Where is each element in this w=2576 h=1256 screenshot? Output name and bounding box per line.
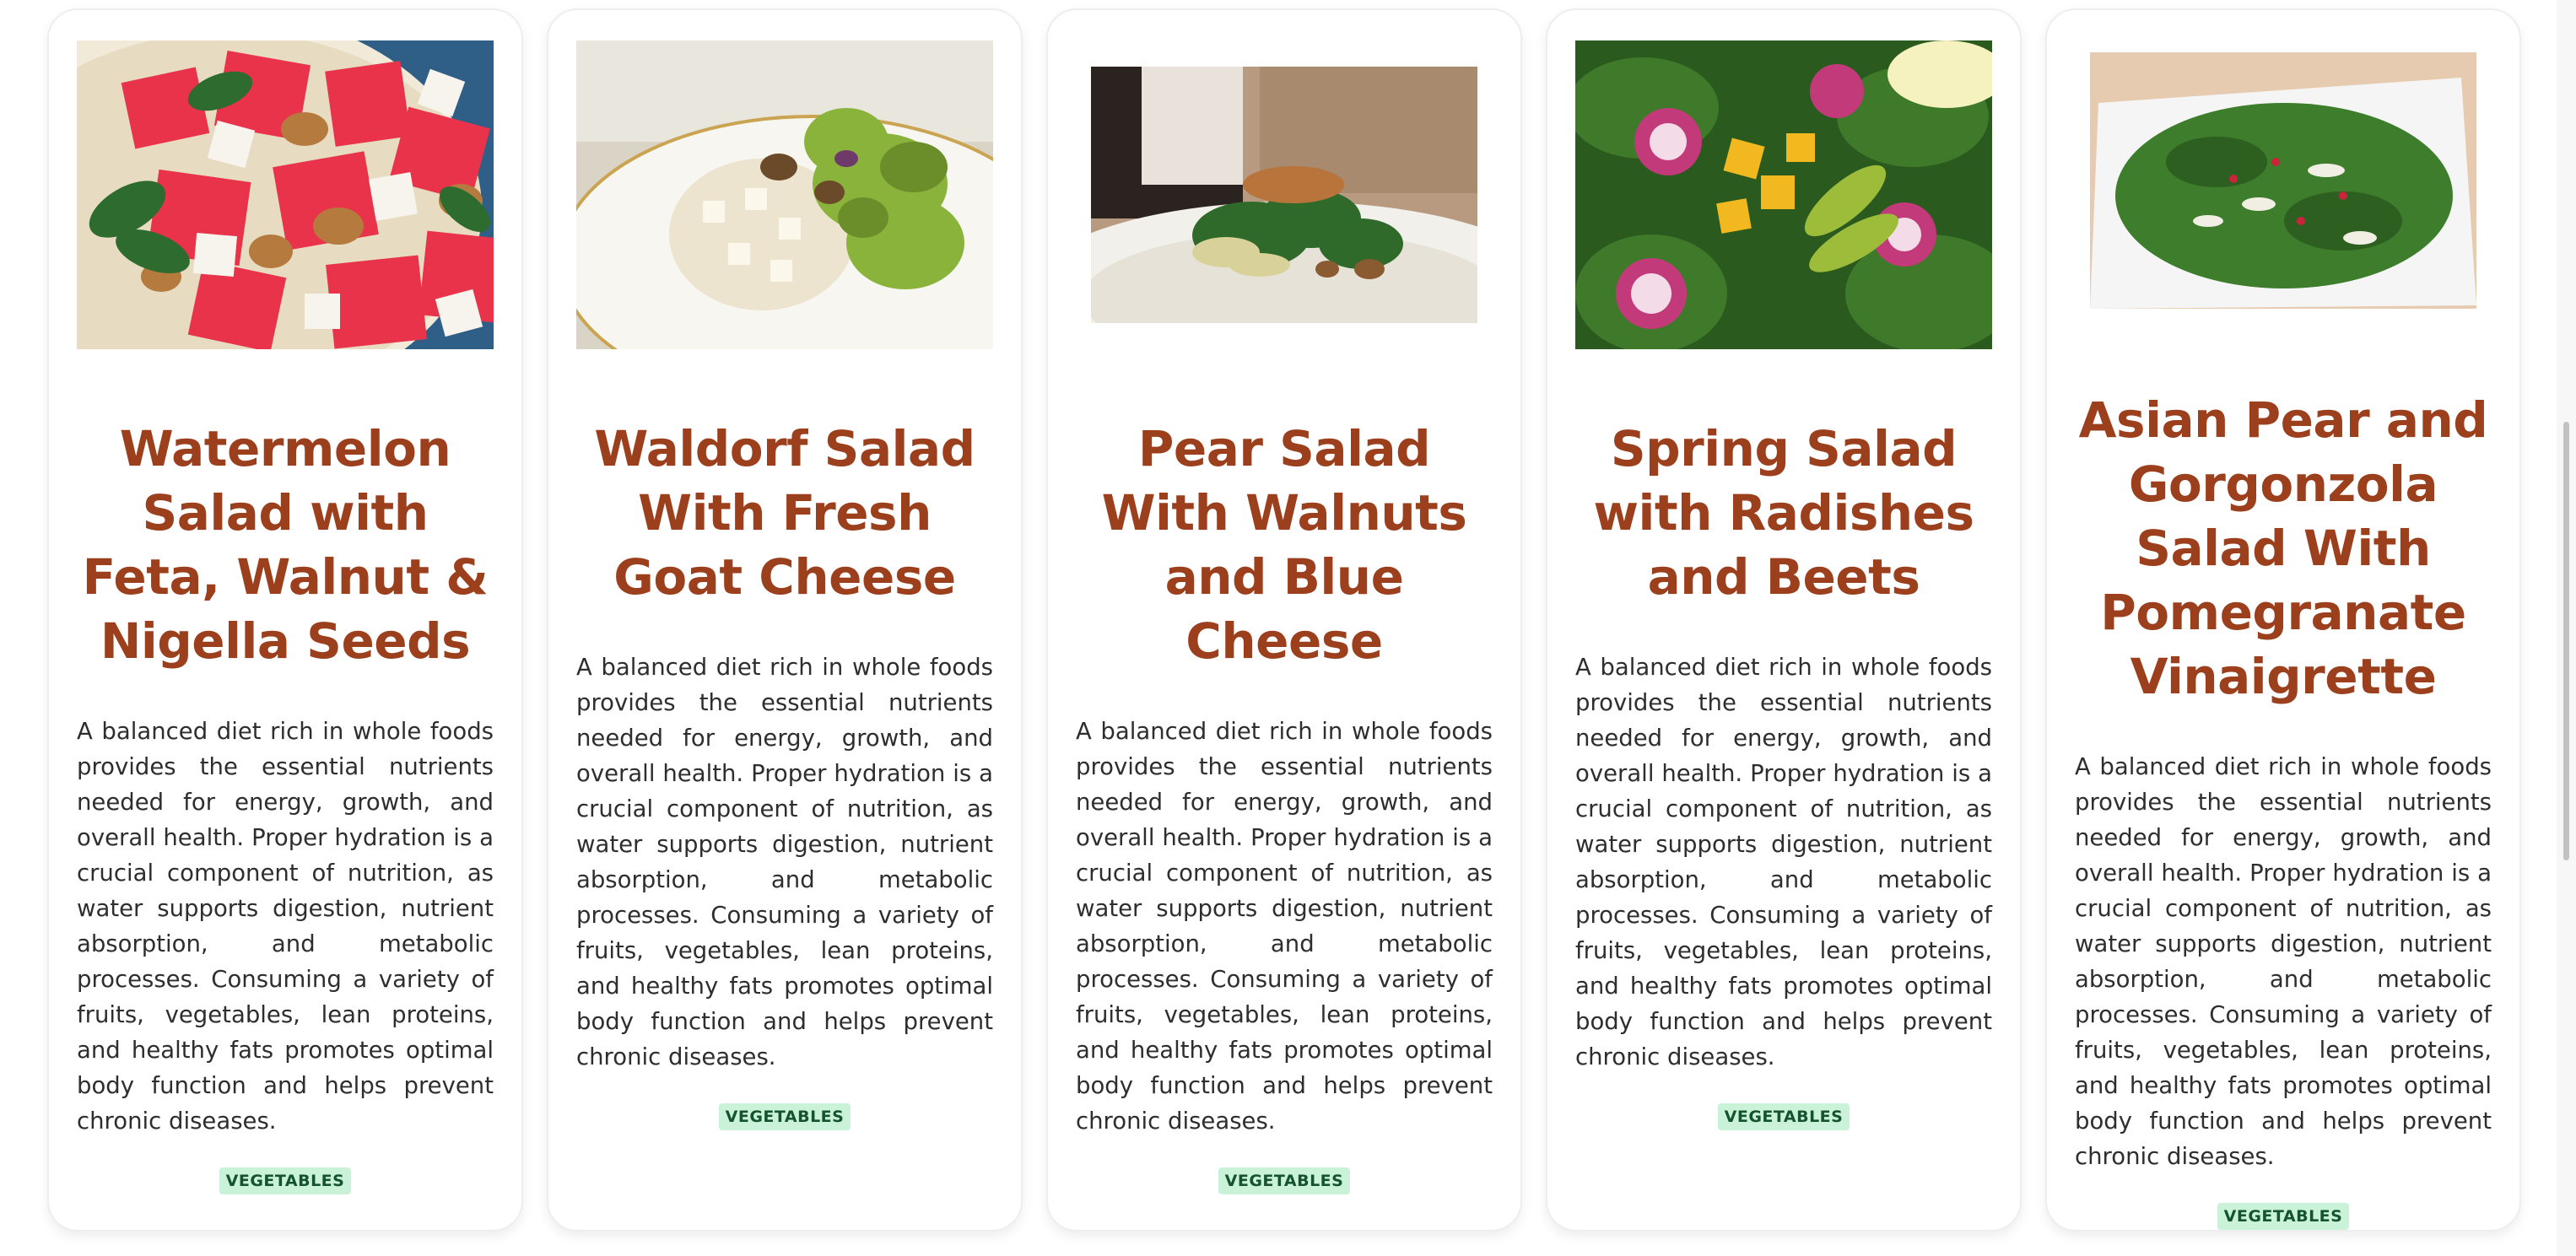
recipe-image[interactable] — [576, 40, 993, 349]
recipe-image[interactable] — [2075, 40, 2492, 321]
category-tag[interactable]: VEGETABLES — [2217, 1203, 2350, 1230]
recipe-description: A balanced diet rich in whole foods prov… — [1076, 718, 1493, 1135]
recipe-image[interactable] — [1076, 40, 1493, 349]
recipe-card[interactable]: Spring Salad with Radishes and Beets A b… — [1546, 8, 2022, 1232]
recipe-cards-row: Watermelon Salad with Feta, Walnut & Nig… — [47, 8, 2521, 1232]
recipe-title[interactable]: Asian Pear and Gorgonzola Salad With Pom… — [2075, 388, 2492, 709]
category-tag[interactable]: VEGETABLES — [1717, 1103, 1850, 1130]
category-tag[interactable]: VEGETABLES — [718, 1103, 851, 1130]
recipe-card[interactable]: Pear Salad With Walnuts and Blue Cheese … — [1046, 8, 1522, 1232]
recipe-description: A balanced diet rich in whole foods prov… — [77, 718, 494, 1135]
recipe-description: A balanced diet rich in whole foods prov… — [1575, 654, 1992, 1070]
pear-salad-image — [1091, 67, 1477, 323]
category-tag[interactable]: VEGETABLES — [1218, 1167, 1351, 1194]
scrollbar-thumb[interactable] — [2563, 422, 2569, 860]
recipe-title[interactable]: Waldorf Salad With Fresh Goat Cheese — [576, 417, 993, 609]
recipe-description: A balanced diet rich in whole foods prov… — [2075, 753, 2492, 1170]
recipe-card[interactable]: Watermelon Salad with Feta, Walnut & Nig… — [47, 8, 523, 1232]
recipe-description: A balanced diet rich in whole foods prov… — [576, 654, 993, 1070]
recipe-grid-viewport: Watermelon Salad with Feta, Walnut & Nig… — [0, 0, 2557, 1256]
spring-salad-image — [1575, 40, 1992, 349]
waldorf-salad-image — [576, 40, 993, 349]
recipe-card[interactable]: Asian Pear and Gorgonzola Salad With Pom… — [2045, 8, 2521, 1232]
recipe-title[interactable]: Spring Salad with Radishes and Beets — [1575, 417, 1992, 609]
recipe-title[interactable]: Pear Salad With Walnuts and Blue Cheese — [1076, 417, 1493, 673]
watermelon-salad-image — [77, 40, 494, 349]
category-tag[interactable]: VEGETABLES — [219, 1167, 352, 1194]
recipe-title[interactable]: Watermelon Salad with Feta, Walnut & Nig… — [77, 417, 494, 673]
asian-pear-salad-image — [2090, 52, 2476, 309]
recipe-image[interactable] — [1575, 40, 1992, 349]
recipe-image[interactable] — [77, 40, 494, 349]
page-scrollbar[interactable] — [2557, 0, 2576, 1256]
recipe-card[interactable]: Waldorf Salad With Fresh Goat Cheese A b… — [547, 8, 1023, 1232]
